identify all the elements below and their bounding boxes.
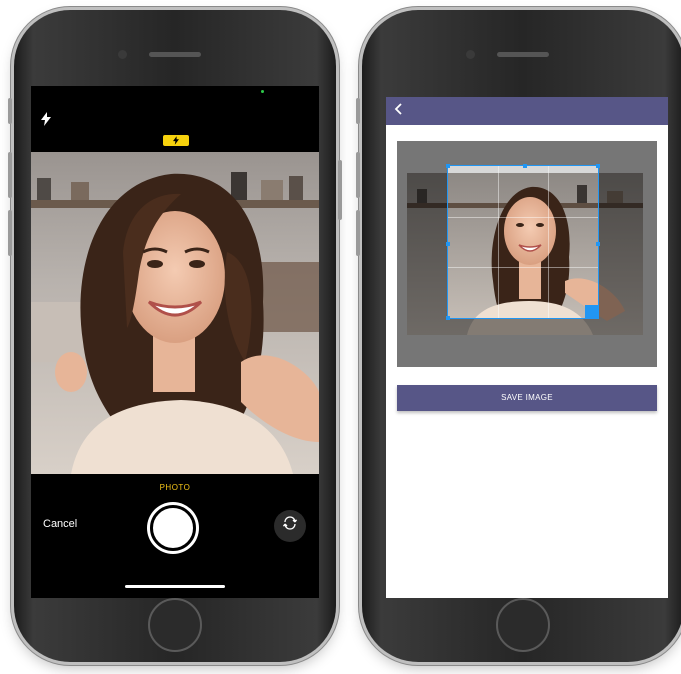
crop-edge-handle[interactable] (523, 164, 527, 168)
volume-down-button (356, 210, 360, 256)
image-crop-area[interactable] (397, 141, 657, 367)
mute-switch (8, 98, 12, 124)
camera-in-use-indicator (261, 90, 264, 93)
crop-corner-handle[interactable] (446, 316, 450, 320)
home-button[interactable] (148, 598, 202, 652)
volume-down-button (8, 210, 12, 256)
flash-badge (163, 135, 189, 146)
flash-icon[interactable] (41, 112, 51, 129)
shutter-button[interactable] (150, 505, 196, 551)
crop-grid-line (448, 216, 598, 218)
volume-up-button (8, 152, 12, 198)
camera-screen: PHOTO Cancel (31, 86, 319, 598)
home-indicator (125, 585, 225, 588)
home-button[interactable] (496, 598, 550, 652)
front-camera (466, 50, 475, 59)
phone-frame-right: SAVE IMAGE (356, 10, 681, 662)
crop-corner-handle[interactable] (446, 164, 450, 168)
crop-grid-line (547, 166, 549, 318)
crop-resize-handle[interactable] (585, 305, 599, 319)
photo-mode-label[interactable]: PHOTO (31, 483, 319, 492)
flash-icon (173, 136, 179, 145)
save-image-button[interactable]: SAVE IMAGE (397, 385, 657, 411)
crop-edge-handle[interactable] (446, 242, 450, 246)
crop-screen: SAVE IMAGE (386, 97, 668, 598)
phone-frame-left: PHOTO Cancel (8, 10, 342, 662)
mute-switch (356, 98, 360, 124)
cancel-button[interactable]: Cancel (43, 518, 77, 530)
volume-up-button (356, 152, 360, 198)
crop-edge-handle[interactable] (596, 242, 600, 246)
camera-flip-icon[interactable] (274, 510, 306, 542)
crop-selection-box[interactable] (446, 164, 600, 320)
camera-viewfinder[interactable] (31, 152, 319, 474)
earpiece-speaker (497, 52, 549, 57)
earpiece-speaker (149, 52, 201, 57)
crop-grid-line (497, 166, 499, 318)
selfie-photo (31, 152, 319, 474)
crop-grid-line (448, 267, 598, 269)
front-camera (118, 50, 127, 59)
crop-corner-handle[interactable] (596, 164, 600, 168)
power-button (338, 160, 342, 220)
back-chevron-icon[interactable] (394, 100, 402, 120)
app-bar (386, 97, 668, 125)
